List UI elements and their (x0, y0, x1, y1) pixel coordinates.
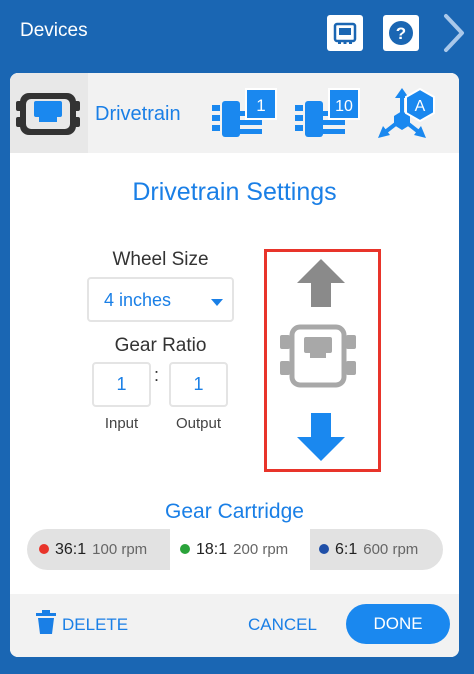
gear-cartridge-selector: 36:1 100 rpm 18:1 200 rpm 6:1 600 rpm (27, 529, 443, 570)
wheel-size-label: Wheel Size (112, 249, 209, 270)
delete-label: DELETE (62, 615, 129, 634)
dropdown-caret-icon (211, 299, 223, 306)
inertial-sensor-icon: A (378, 87, 435, 138)
cartridge-option-6-1[interactable]: 6:1 600 rpm (319, 529, 437, 570)
motor-10-badge: 10 (335, 98, 353, 115)
top-bar: Devices ? (0, 0, 474, 66)
output-label: Output (175, 415, 222, 432)
trash-icon (36, 610, 56, 634)
help-icon: ? (389, 21, 413, 45)
arrow-down-icon[interactable] (295, 411, 347, 463)
settings-title: Drivetrain Settings (132, 178, 337, 206)
tab-drivetrain[interactable] (10, 73, 88, 153)
tab-drivetrain-label[interactable]: Drivetrain (95, 103, 181, 126)
red-cartridge-dot (39, 544, 49, 554)
arrow-up-icon[interactable] (295, 257, 347, 309)
dialog-footer: DELETE CANCEL DONE (10, 594, 459, 657)
page-title: Devices (20, 20, 88, 41)
drivetrain-dialog: Drivetrain 1 10 A Drivetrain Settings Wh… (10, 73, 459, 657)
gear-ratio-separator: : (154, 365, 160, 385)
cartridge-option-36-1[interactable]: 36:1 100 rpm (39, 529, 179, 570)
device-tab-bar: Drivetrain 1 10 A (10, 73, 459, 153)
motor-icon: 1 (212, 88, 277, 137)
cartridge-rpm: 200 rpm (233, 541, 289, 558)
blue-cartridge-dot (319, 544, 329, 554)
motor-icon: 10 (295, 88, 360, 137)
cartridge-ratio: 18:1 (196, 541, 228, 558)
gear-ratio-output-field[interactable]: 1 (169, 362, 228, 407)
gear-ratio-label: Gear Ratio (114, 335, 207, 356)
done-button[interactable]: DONE (346, 604, 450, 644)
robot-icon (280, 324, 356, 388)
tab-motor-10[interactable]: 10 (291, 87, 363, 148)
device-icon (333, 22, 357, 44)
chevron-right-icon[interactable] (438, 12, 468, 54)
gear-cartridge-title: Gear Cartridge (165, 500, 304, 523)
gear-ratio-input-field[interactable]: 1 (92, 362, 151, 407)
input-label: Input (104, 415, 139, 432)
wheel-size-select[interactable]: 4 inches (87, 277, 234, 322)
cartridge-ratio: 36:1 (55, 541, 87, 558)
cancel-button[interactable]: CANCEL (248, 615, 317, 635)
cartridge-rpm: 600 rpm (363, 541, 419, 558)
svg-text:?: ? (396, 24, 406, 43)
cartridge-rpm: 100 rpm (92, 541, 148, 558)
tab-motor-1[interactable]: 1 (208, 87, 280, 148)
help-button[interactable]: ? (383, 15, 419, 51)
device-button[interactable] (327, 15, 363, 51)
tab-inertial[interactable]: A (374, 85, 438, 150)
wheel-size-value: 4 inches (104, 290, 172, 310)
cartridge-option-18-1[interactable]: 18:1 200 rpm (170, 529, 310, 570)
inertial-badge: A (415, 98, 426, 115)
drivetrain-icon (16, 93, 80, 135)
motor-1-badge: 1 (256, 96, 265, 115)
green-cartridge-dot (180, 544, 190, 554)
cartridge-ratio: 6:1 (335, 541, 358, 558)
